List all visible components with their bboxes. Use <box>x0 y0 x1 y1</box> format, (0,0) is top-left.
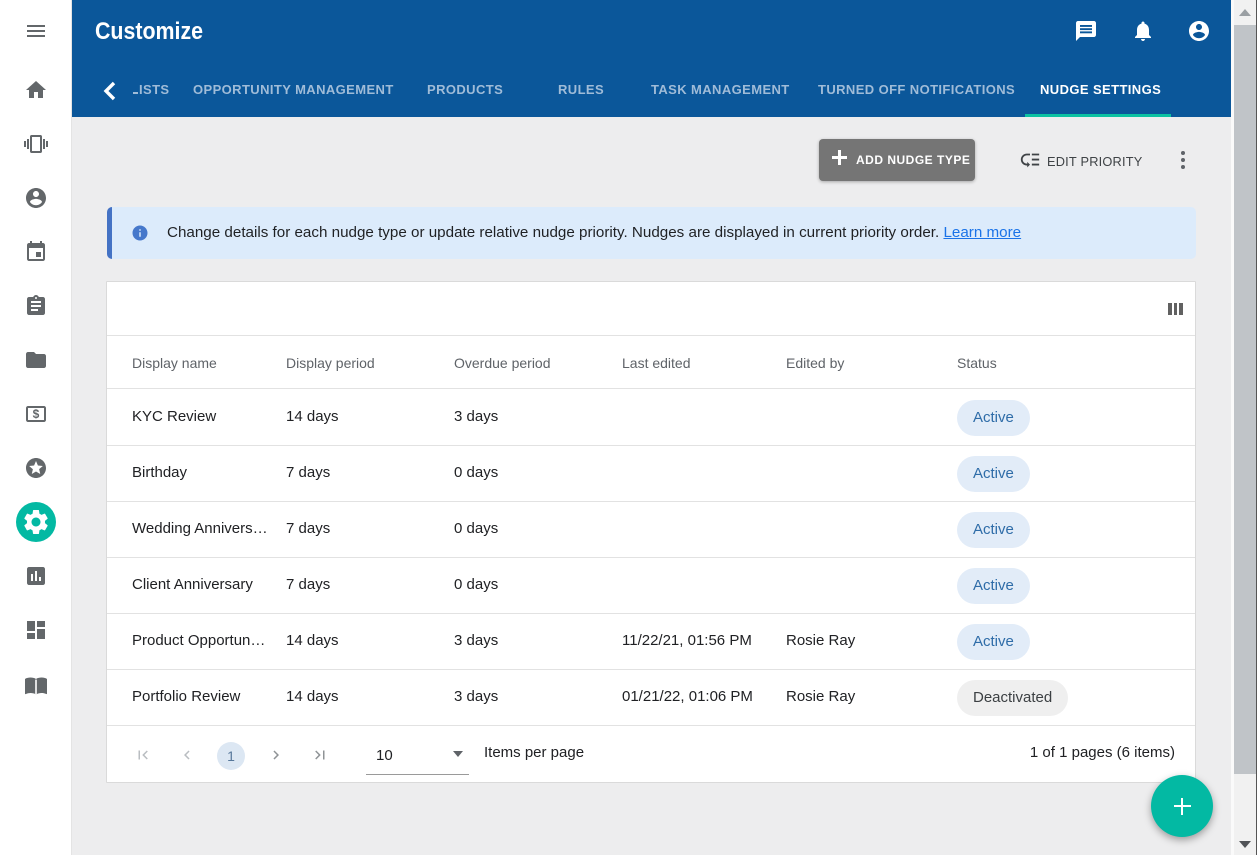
svg-text:$: $ <box>33 407 40 421</box>
